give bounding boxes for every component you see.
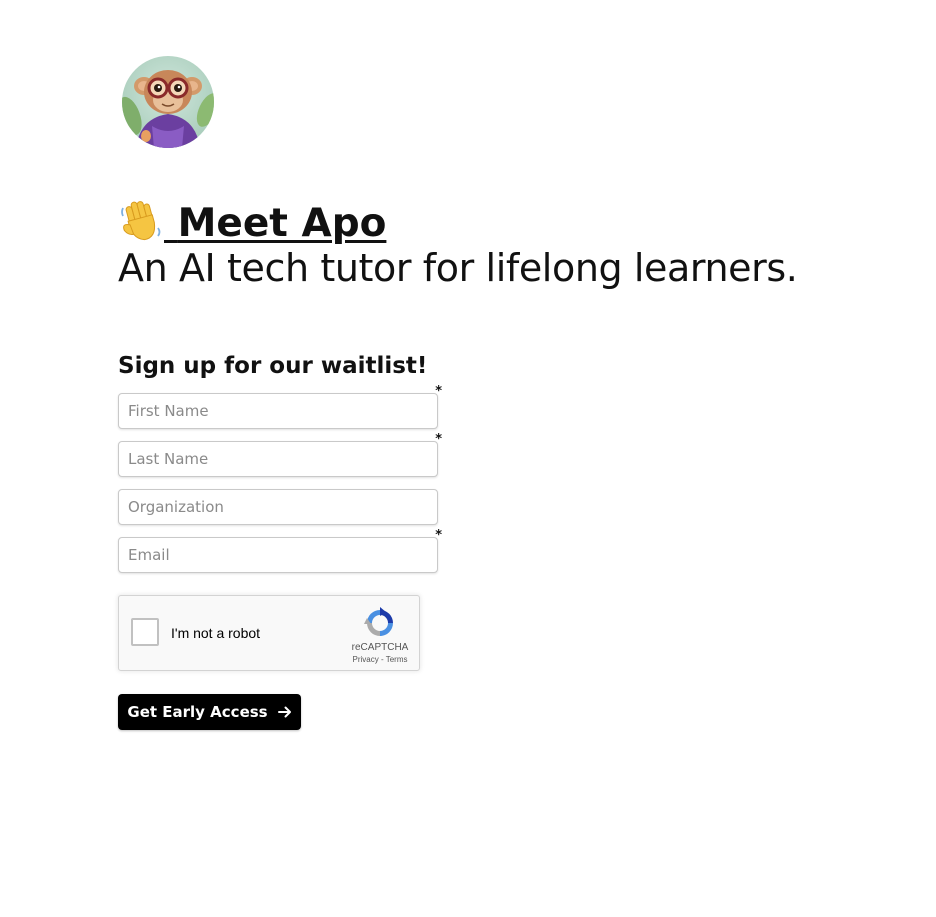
page-subtitle: An AI tech tutor for lifelong learners.: [118, 246, 798, 290]
title-link-text: Meet Apo: [177, 201, 387, 246]
waitlist-form-title: Sign up for our waitlist!: [118, 353, 428, 379]
required-marker: *: [435, 384, 442, 399]
page-title: Meet Apo: [118, 198, 386, 250]
organization-input[interactable]: [118, 489, 438, 525]
recaptcha-label: I'm not a robot: [171, 625, 261, 641]
email-input[interactable]: [118, 537, 438, 573]
last-name-field-wrapper: *: [118, 433, 442, 477]
apo-avatar: [122, 56, 214, 148]
last-name-input[interactable]: [118, 441, 438, 477]
waving-hand-icon: [118, 198, 164, 244]
recaptcha-checkbox[interactable]: [131, 618, 159, 646]
arrow-right-icon: [277, 705, 292, 719]
meet-apo-link[interactable]: Meet Apo: [118, 201, 386, 246]
recaptcha-widget: I'm not a robot reCAPTCHA Privacy - Term…: [118, 595, 420, 671]
recaptcha-logo-icon: [363, 606, 397, 640]
organization-field-wrapper: [118, 489, 438, 525]
recaptcha-privacy-link[interactable]: Privacy: [353, 655, 379, 664]
first-name-field-wrapper: *: [118, 385, 442, 429]
required-marker: *: [435, 432, 442, 447]
get-early-access-button[interactable]: Get Early Access: [118, 694, 301, 730]
get-early-access-label: Get Early Access: [127, 703, 268, 721]
email-field-wrapper: *: [118, 529, 442, 573]
recaptcha-terms-link[interactable]: Terms: [386, 655, 408, 664]
recaptcha-links: Privacy - Terms: [339, 655, 421, 664]
first-name-input[interactable]: [118, 393, 438, 429]
recaptcha-brand: reCAPTCHA: [351, 642, 409, 653]
recaptcha-separator: -: [380, 655, 384, 664]
required-marker: *: [435, 528, 442, 543]
